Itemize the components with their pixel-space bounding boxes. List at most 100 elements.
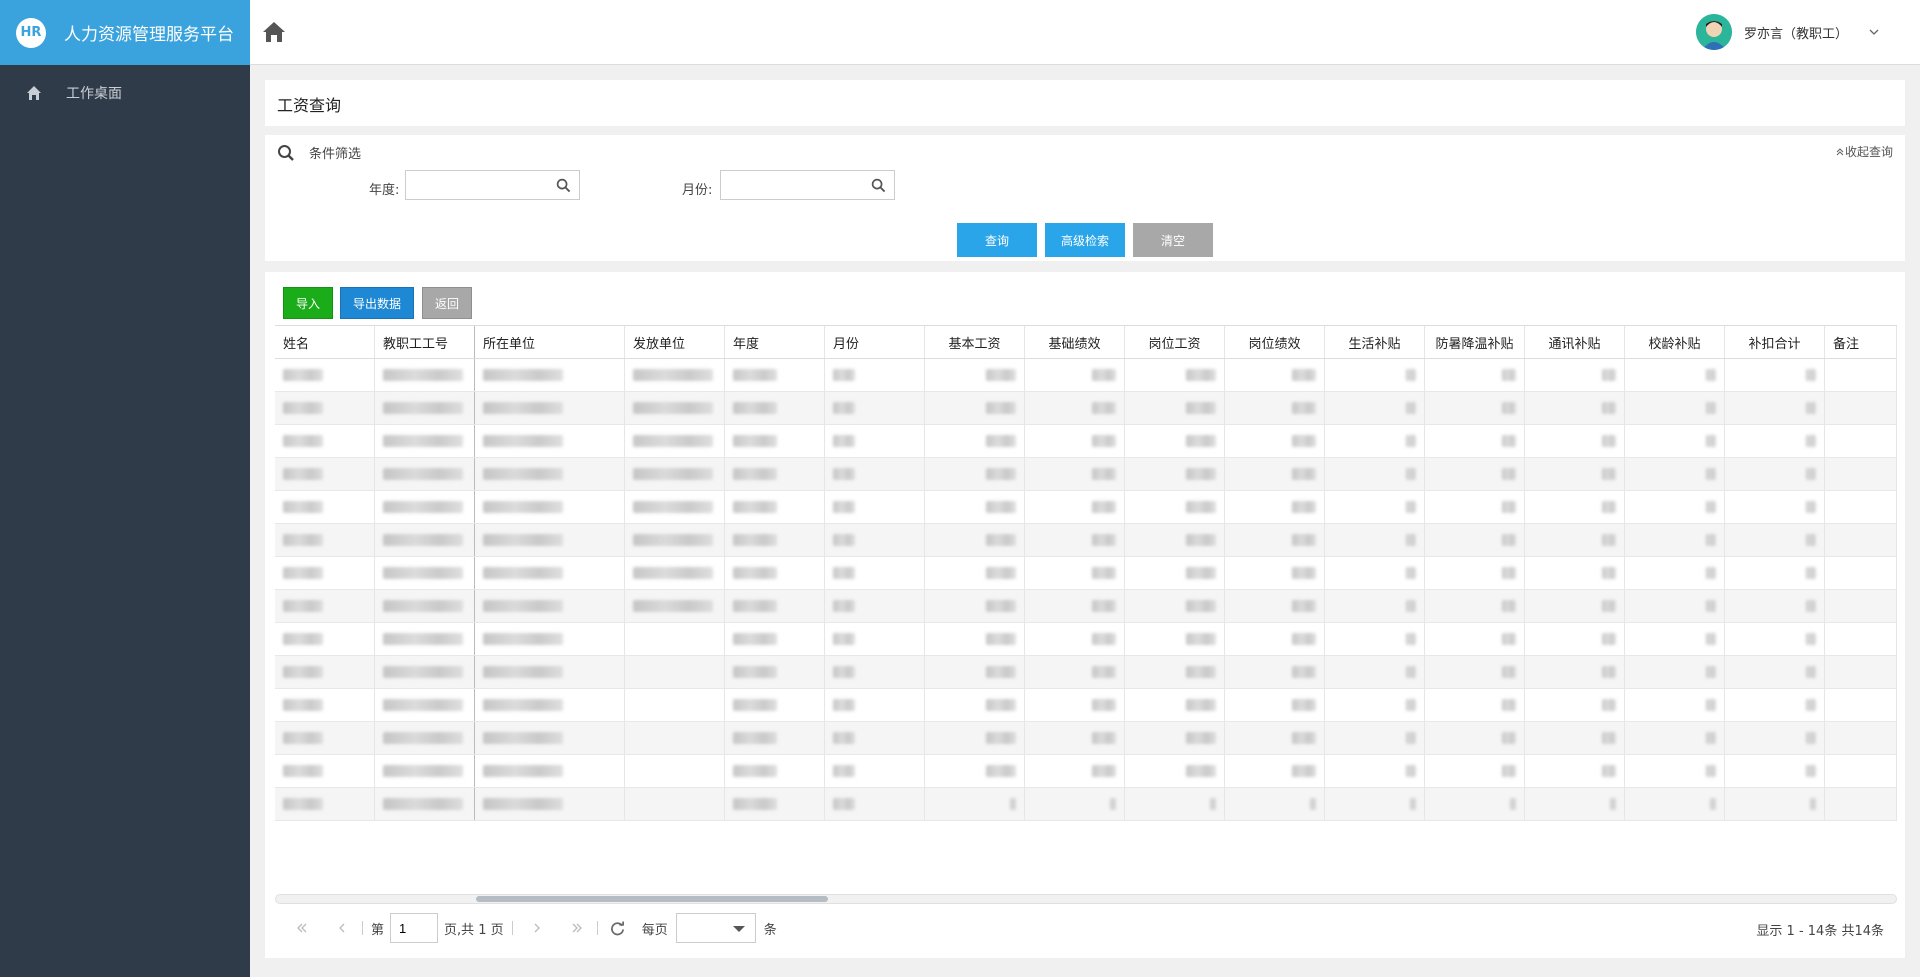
page-number-input[interactable] xyxy=(390,913,439,943)
redacted-value xyxy=(1502,402,1516,414)
redacted-value xyxy=(283,501,323,513)
table-cell xyxy=(925,458,1025,490)
table-cell xyxy=(925,359,1025,391)
redacted-value xyxy=(483,765,563,777)
table-cell xyxy=(1125,458,1225,490)
column-header[interactable]: 岗位工资 xyxy=(1125,326,1225,358)
brand[interactable]: HR 人力资源管理服务平台 xyxy=(0,0,250,65)
table-cell xyxy=(1825,590,1897,622)
column-header[interactable]: 所在单位 xyxy=(475,326,625,358)
column-header[interactable]: 姓名 xyxy=(275,326,375,358)
table-row[interactable] xyxy=(275,755,1897,788)
table-row[interactable] xyxy=(275,689,1897,722)
column-header[interactable]: 补扣合计 xyxy=(1725,326,1825,358)
month-label: 月份: xyxy=(682,183,713,198)
year-field[interactable] xyxy=(405,170,580,200)
table-cell xyxy=(1025,755,1125,787)
month-field[interactable] xyxy=(720,170,895,200)
redacted-value xyxy=(1186,402,1216,414)
table-row[interactable] xyxy=(275,524,1897,557)
redacted-value xyxy=(733,468,777,480)
table-row[interactable] xyxy=(275,557,1897,590)
month-input[interactable] xyxy=(721,171,861,199)
column-header[interactable]: 生活补贴 xyxy=(1325,326,1425,358)
column-header[interactable]: 校龄补贴 xyxy=(1625,326,1725,358)
collapse-query-link[interactable]: 收起查询 xyxy=(1835,143,1893,160)
redacted-value xyxy=(1610,798,1616,810)
redacted-value xyxy=(283,732,323,744)
table-cell xyxy=(1525,359,1625,391)
avatar xyxy=(1695,14,1732,50)
search-icon[interactable] xyxy=(556,178,571,193)
table-cell xyxy=(925,524,1025,556)
year-label: 年度: xyxy=(369,183,400,198)
table-row[interactable] xyxy=(275,656,1897,689)
table-row[interactable] xyxy=(275,788,1897,821)
advanced-search-button[interactable]: 高级检索 xyxy=(1045,223,1125,257)
export-button[interactable]: 导出数据 xyxy=(340,287,414,319)
redacted-value xyxy=(1706,765,1716,777)
table-row[interactable] xyxy=(275,458,1897,491)
table-row[interactable] xyxy=(275,425,1897,458)
per-page-select[interactable] xyxy=(675,913,756,943)
per-page-prefix: 每页 xyxy=(641,922,668,938)
column-header[interactable]: 基本工资 xyxy=(925,326,1025,358)
column-header[interactable]: 备注 xyxy=(1825,326,1897,358)
clear-button[interactable]: 清空 xyxy=(1133,223,1213,257)
table-row[interactable] xyxy=(275,491,1897,524)
redacted-value xyxy=(1186,666,1216,678)
column-header[interactable]: 通讯补贴 xyxy=(1525,326,1625,358)
table-cell xyxy=(375,392,475,424)
dropdown-caret-icon xyxy=(732,926,745,932)
table-cell xyxy=(925,722,1025,754)
scrollbar-thumb[interactable] xyxy=(476,896,828,902)
table-cell xyxy=(1525,557,1625,589)
first-page-icon[interactable] xyxy=(290,916,314,940)
table-row[interactable] xyxy=(275,590,1897,623)
column-header[interactable]: 岗位绩效 xyxy=(1225,326,1325,358)
table-cell xyxy=(1425,722,1525,754)
table-cell xyxy=(475,359,625,391)
horizontal-scrollbar[interactable] xyxy=(275,894,1897,904)
table-cell xyxy=(475,590,625,622)
next-page-icon[interactable] xyxy=(525,916,549,940)
search-icon[interactable] xyxy=(871,178,886,193)
redacted-value xyxy=(1706,600,1716,612)
redacted-value xyxy=(1706,567,1716,579)
filter-panel: 条件筛选 收起查询 年度: 月份: 查询 高级检索 清空 xyxy=(265,135,1905,261)
column-header[interactable]: 年度 xyxy=(725,326,825,358)
column-header[interactable]: 月份 xyxy=(825,326,925,358)
year-input[interactable] xyxy=(406,171,546,199)
redacted-value xyxy=(1406,501,1416,513)
back-button[interactable]: 返回 xyxy=(422,287,472,319)
table-cell xyxy=(825,425,925,457)
table-cell xyxy=(275,458,375,490)
prev-page-icon[interactable] xyxy=(330,916,354,940)
column-header[interactable]: 防暑降温补贴 xyxy=(1425,326,1525,358)
redacted-value xyxy=(1502,567,1516,579)
table-cell xyxy=(625,392,725,424)
redacted-value xyxy=(483,699,563,711)
import-button[interactable]: 导入 xyxy=(283,287,333,319)
user-menu[interactable]: 罗亦言（教职工） xyxy=(1695,14,1880,50)
column-header[interactable]: 发放单位 xyxy=(625,326,725,358)
redacted-value xyxy=(1292,600,1316,612)
column-header[interactable]: 教职工工号 xyxy=(375,326,475,358)
query-button[interactable]: 查询 xyxy=(957,223,1037,257)
column-header[interactable]: 基础绩效 xyxy=(1025,326,1125,358)
table-row[interactable] xyxy=(275,392,1897,425)
table-row[interactable] xyxy=(275,623,1897,656)
table-cell xyxy=(1425,755,1525,787)
table-cell xyxy=(1325,491,1425,523)
table-row[interactable] xyxy=(275,722,1897,755)
table-cell xyxy=(1625,722,1725,754)
table-cell xyxy=(825,491,925,523)
last-page-icon[interactable] xyxy=(565,916,589,940)
home-icon[interactable] xyxy=(262,20,286,44)
redacted-value xyxy=(833,633,855,645)
table-cell xyxy=(1825,425,1897,457)
table-row[interactable] xyxy=(275,359,1897,392)
refresh-icon[interactable] xyxy=(606,916,630,940)
sidebar-item-workdesk[interactable]: 工作桌面 xyxy=(0,65,250,121)
table-cell xyxy=(1325,458,1425,490)
